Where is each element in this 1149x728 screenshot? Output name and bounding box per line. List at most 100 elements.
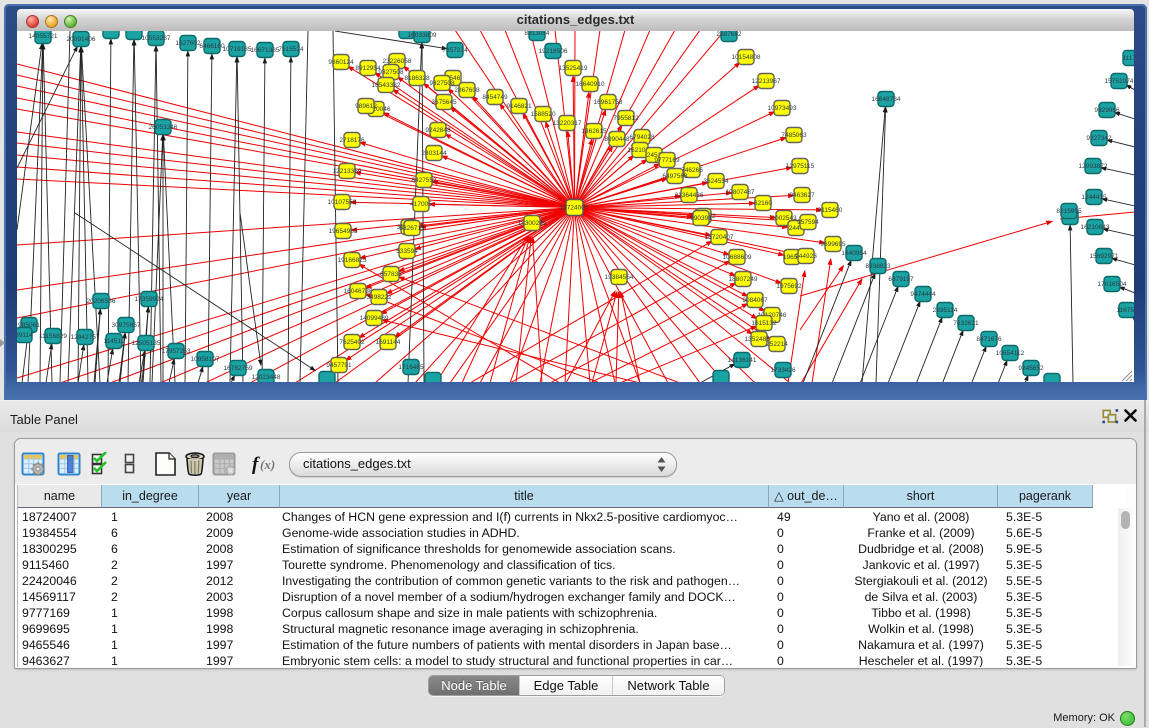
svg-text:15720407: 15720407 (705, 234, 734, 241)
svg-text:19654985: 19654985 (329, 228, 358, 235)
svg-text:3675645: 3675645 (431, 99, 457, 106)
svg-text:7357224: 7357224 (442, 47, 468, 54)
svg-text:1244415: 1244415 (1081, 194, 1107, 201)
svg-text:14136141: 14136141 (728, 357, 757, 364)
svg-text:9327508: 9327508 (378, 69, 404, 76)
svg-text:16640910: 16640910 (576, 81, 605, 88)
svg-text:8215955: 8215955 (1056, 208, 1082, 215)
svg-text:8938923: 8938923 (865, 263, 891, 270)
svg-text:944923: 944923 (795, 253, 817, 260)
svg-text:8990448: 8990448 (604, 136, 630, 143)
svg-text:9463627: 9463627 (789, 192, 815, 199)
svg-text:9327508: 9327508 (429, 80, 455, 87)
svg-text:1527602: 1527602 (175, 40, 201, 47)
svg-text:2867608: 2867608 (454, 87, 480, 94)
svg-text:16648784: 16648784 (872, 96, 901, 103)
svg-text:957594: 957594 (797, 219, 819, 226)
svg-text:417005: 417005 (410, 201, 432, 208)
svg-text:30975867: 30975867 (112, 322, 141, 329)
svg-text:8912954: 8912954 (355, 65, 381, 72)
svg-text:7515524: 7515524 (278, 46, 304, 53)
svg-text:8813054: 8813054 (524, 31, 550, 37)
svg-text:15751074: 15751074 (1105, 78, 1134, 85)
svg-text:7625402: 7625402 (339, 339, 365, 346)
svg-text:989612: 989612 (355, 103, 377, 110)
svg-text:12505135: 12505135 (132, 340, 161, 347)
svg-text:10958107: 10958107 (191, 356, 220, 363)
svg-text:20091406: 20091406 (67, 36, 96, 43)
svg-text:11156829: 11156829 (39, 333, 67, 340)
svg-text:9146821: 9146821 (506, 103, 532, 110)
svg-text:10973493: 10973493 (768, 105, 797, 112)
svg-text:9242848: 9242848 (425, 127, 451, 134)
svg-text:7632621: 7632621 (953, 320, 979, 327)
svg-text:16210643: 16210643 (1081, 224, 1110, 231)
svg-text:990391: 990391 (690, 215, 712, 222)
svg-text:15692971: 15692971 (1090, 253, 1119, 260)
svg-text:10688609: 10688609 (723, 254, 752, 261)
svg-text:7485063: 7485063 (781, 132, 807, 139)
svg-text:17957253: 17957253 (162, 348, 191, 355)
svg-text:10154808: 10154808 (732, 54, 761, 61)
svg-text:9329966: 9329966 (1094, 107, 1120, 114)
svg-text:2803144: 2803144 (421, 150, 447, 157)
svg-text:17359924: 17359924 (135, 296, 164, 303)
svg-text:9227342: 9227342 (1086, 135, 1112, 142)
svg-text:13220317: 13220317 (553, 120, 582, 127)
svg-text:16033809: 16033809 (408, 32, 437, 39)
svg-text:2887682: 2887682 (716, 31, 742, 38)
svg-text:9860124: 9860124 (328, 59, 354, 66)
svg-text:1733426: 1733426 (770, 367, 796, 374)
svg-text:26053346: 26053346 (149, 124, 178, 131)
svg-text:10654112: 10654112 (996, 350, 1025, 357)
svg-text:2935114: 2935114 (933, 307, 958, 314)
svg-text:9699695: 9699695 (820, 241, 846, 248)
svg-text:10553287: 10553287 (142, 35, 171, 42)
svg-text:19218506: 19218506 (539, 48, 568, 55)
svg-text:6879197: 6879197 (888, 276, 914, 283)
svg-text:17016504: 17016504 (1098, 281, 1127, 288)
svg-text:14055721: 14055721 (29, 33, 58, 40)
svg-text:5326713: 5326713 (399, 225, 425, 232)
svg-text:19166825: 19166825 (338, 257, 367, 264)
svg-text:16961758: 16961758 (594, 99, 623, 106)
svg-text:16671385: 16671385 (251, 47, 280, 54)
svg-text:16543382: 16543382 (372, 82, 401, 89)
svg-text:6794028: 6794028 (629, 134, 655, 141)
svg-text:12942757: 12942757 (71, 334, 100, 341)
svg-text:10807487: 10807487 (726, 189, 755, 196)
svg-text:12023448: 12023448 (252, 374, 281, 381)
svg-text:13525419: 13525419 (559, 65, 588, 72)
svg-text:8454749: 8454749 (482, 94, 508, 101)
svg-text:18807249: 18807249 (729, 276, 758, 283)
svg-text:f: f (252, 454, 260, 475)
svg-text:1615132: 1615132 (751, 320, 777, 327)
svg-text:10719185: 10719185 (223, 46, 252, 53)
svg-text:11178: 11178 (1122, 55, 1134, 62)
svg-text:12213967: 12213967 (752, 78, 781, 85)
svg-text:2718176: 2718176 (339, 137, 365, 144)
svg-text:1588520: 1588520 (530, 111, 556, 118)
svg-text:8186328: 8186328 (404, 75, 430, 82)
svg-text:1691144: 1691144 (376, 339, 401, 346)
svg-text:1640954: 1640954 (841, 250, 867, 257)
svg-text:12213369: 12213369 (333, 168, 362, 175)
svg-text:9084067: 9084067 (742, 297, 768, 304)
svg-text:9115460: 9115460 (818, 207, 843, 214)
svg-text:857833: 857833 (380, 271, 402, 278)
svg-text:1716485: 1716485 (398, 364, 424, 371)
svg-text:114519: 114519 (103, 338, 125, 345)
svg-text:9777169: 9777169 (654, 157, 680, 164)
svg-text:6466160: 6466160 (199, 43, 225, 50)
svg-text:3498222: 3498222 (366, 294, 392, 301)
svg-text:8427552: 8427552 (411, 177, 437, 184)
svg-text:16782759: 16782759 (224, 365, 253, 372)
svg-text:9245652: 9245652 (1018, 365, 1044, 372)
svg-text:8471676: 8471676 (976, 336, 1002, 343)
svg-text:6497568: 6497568 (662, 173, 688, 180)
svg-text:252214: 252214 (766, 341, 788, 348)
svg-text:3624554: 3624554 (703, 178, 729, 185)
svg-text:10107553: 10107553 (328, 199, 357, 206)
svg-text:12093872: 12093872 (1079, 163, 1108, 170)
svg-text:533594: 533594 (396, 248, 418, 255)
